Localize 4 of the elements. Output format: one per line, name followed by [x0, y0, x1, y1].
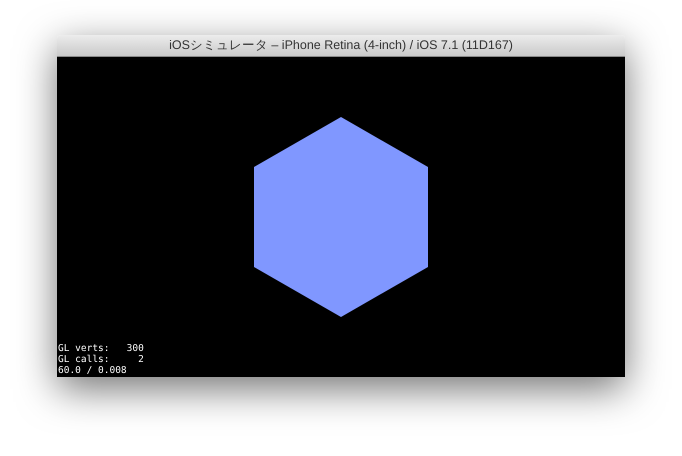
- debug-stat-line: GL calls: 2: [58, 354, 144, 365]
- debug-stat-line: GL verts: 300: [58, 343, 144, 354]
- window-title: iOSシミュレータ – iPhone Retina (4-inch) / iOS 7.1 (11D167): [169, 37, 513, 54]
- debug-stat-line: 60.0 / 0.008: [58, 365, 128, 376]
